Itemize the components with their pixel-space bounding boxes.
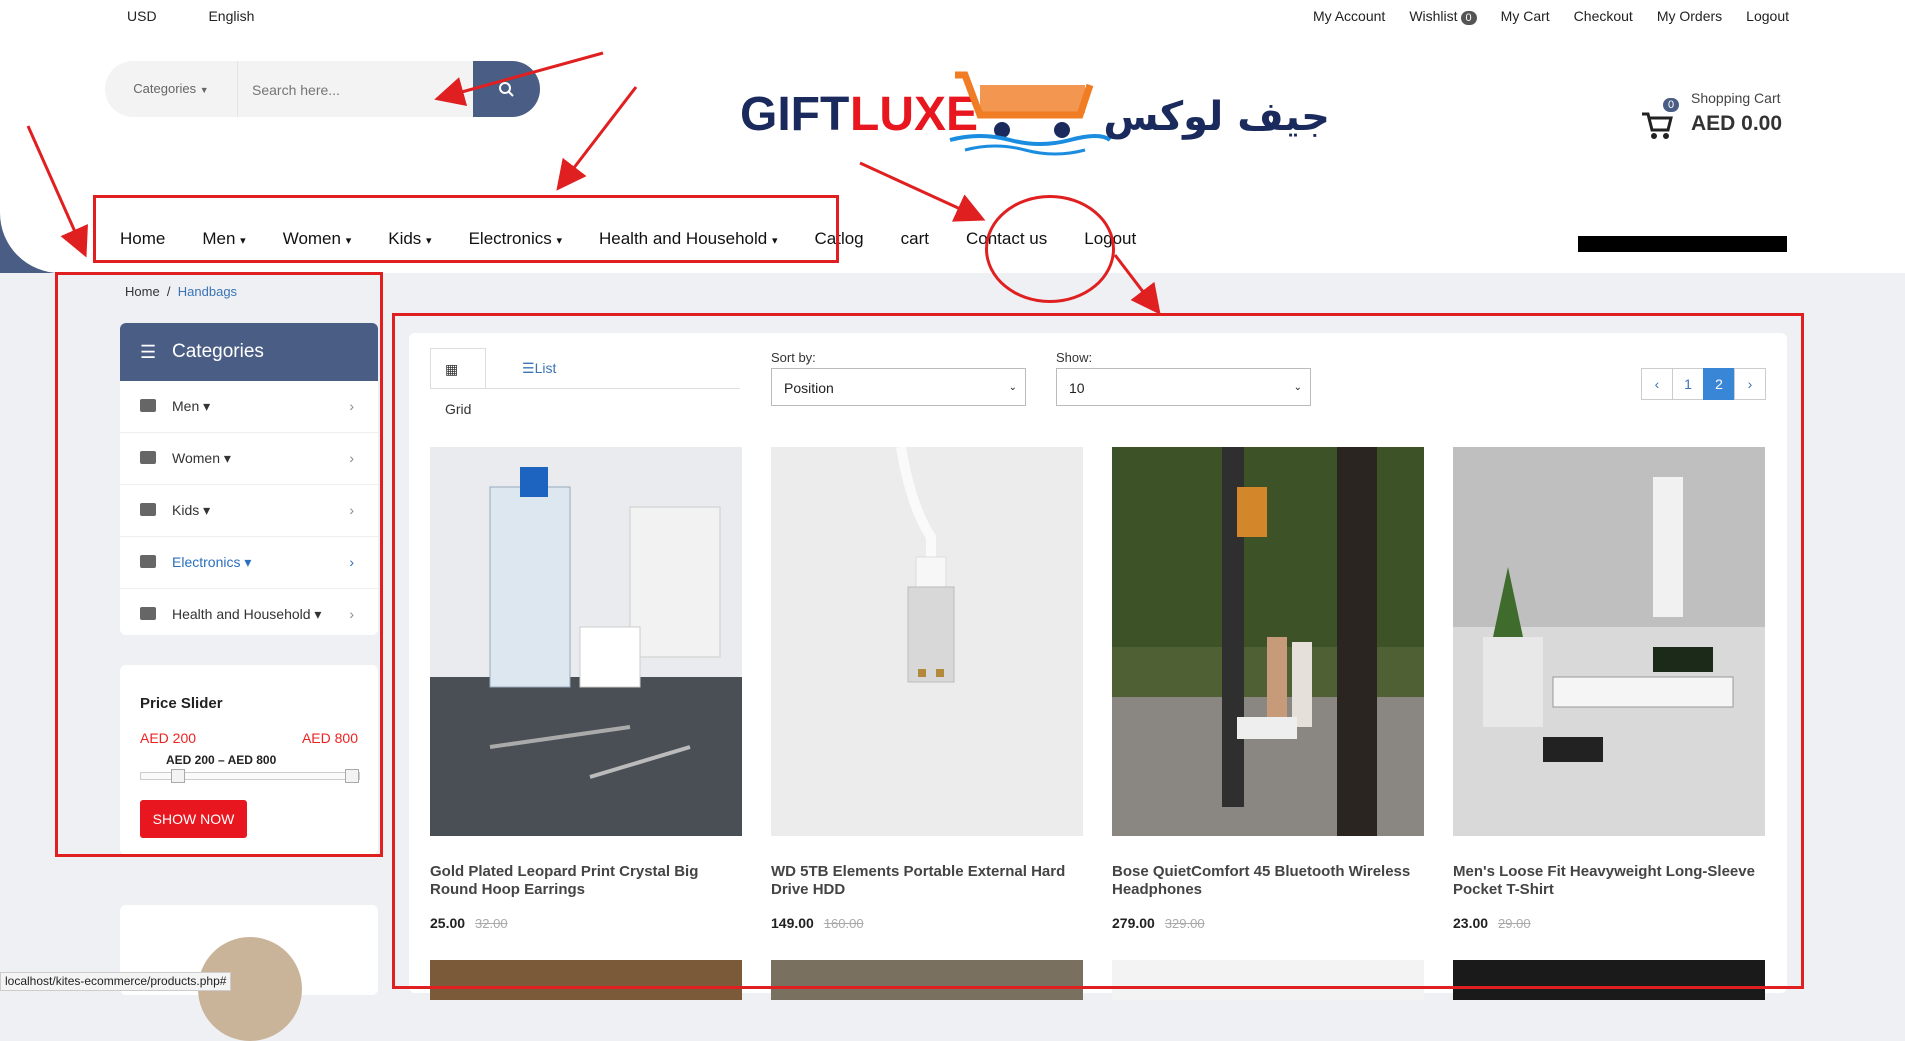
search-button[interactable] bbox=[473, 61, 540, 117]
cart-total: AED 0.00 bbox=[1691, 112, 1783, 135]
wishlist-count-badge: 0 bbox=[1460, 11, 1477, 25]
my-cart-link[interactable]: My Cart bbox=[1501, 8, 1550, 25]
logo-text-luxe: LUXE bbox=[850, 88, 978, 141]
annotation-box-nav bbox=[93, 195, 839, 263]
search-input[interactable] bbox=[250, 75, 474, 105]
annotation-box-content bbox=[392, 313, 1804, 989]
search-category-select[interactable]: Categories ▼ bbox=[105, 61, 238, 117]
logo-text-gift: GIFT bbox=[740, 88, 849, 141]
browser-status-bar: localhost/kites-ecommerce/products.php# bbox=[0, 972, 232, 991]
wishlist-link[interactable]: Wishlist 0 bbox=[1409, 8, 1477, 25]
header-cart[interactable]: 0 Shopping Cart AED 0.00 bbox=[1640, 88, 1790, 148]
search-bar: Categories ▼ bbox=[105, 61, 540, 117]
logout-link[interactable]: Logout bbox=[1746, 8, 1789, 25]
checkout-link[interactable]: Checkout bbox=[1574, 8, 1633, 25]
annotation-box-sidebar bbox=[55, 272, 383, 857]
site-logo[interactable]: GIFT LUXE جيف لوكس bbox=[740, 70, 1340, 180]
top-bar: USD English My Account Wishlist 0 My Cart… bbox=[0, 0, 1905, 36]
cart-count-badge: 0 bbox=[1663, 98, 1680, 112]
shopping-cart-icon bbox=[1642, 112, 1673, 139]
currency-selector[interactable]: USD bbox=[127, 8, 157, 24]
annotation-circle-contact bbox=[985, 195, 1115, 303]
wishlist-label: Wishlist bbox=[1409, 8, 1458, 24]
my-account-link[interactable]: My Account bbox=[1313, 8, 1385, 25]
nav-cart[interactable]: cart bbox=[901, 229, 929, 249]
redacted-bar bbox=[1578, 236, 1787, 252]
language-selector[interactable]: English bbox=[208, 8, 254, 24]
my-orders-link[interactable]: My Orders bbox=[1657, 8, 1722, 25]
logo-text-arabic: جيف لوكس bbox=[1103, 94, 1330, 140]
search-category-label: Categories bbox=[133, 81, 197, 96]
chevron-down-icon: ▼ bbox=[199, 85, 209, 95]
search-icon bbox=[499, 82, 514, 97]
cart-label: Shopping Cart bbox=[1691, 90, 1781, 106]
